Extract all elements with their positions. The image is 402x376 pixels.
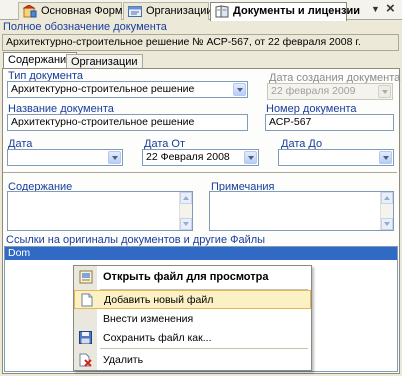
chevron-down-icon[interactable]	[244, 151, 257, 164]
menu-item-label: Добавить новый файл	[104, 293, 214, 306]
list-item[interactable]: Dom	[5, 247, 397, 260]
doc-type-value: Архитектурно-строительное решение	[11, 83, 195, 95]
tab-documents-licenses-label: Документы и лицензии	[233, 5, 360, 17]
doc-type-select[interactable]: Архитектурно-строительное решение	[7, 81, 248, 98]
context-menu: Открыть файл для просмотра Добавить новы…	[73, 265, 312, 371]
chevron-down-icon[interactable]	[108, 151, 121, 164]
full-designation-label: Полное обозначение документа	[3, 21, 167, 33]
tab-organizations[interactable]: Организации	[123, 2, 213, 20]
date-from-picker[interactable]: 22 Февраля 2008	[142, 149, 259, 166]
doc-number-input[interactable]: АСР-567	[265, 114, 394, 131]
menu-item-label: Открыть файл для просмотра	[103, 270, 269, 283]
new-file-icon	[75, 293, 98, 307]
tab-main-form-label: Основная Форма	[41, 5, 129, 17]
menu-item-save-as[interactable]: Сохранить файл как...	[74, 328, 311, 347]
notes-textarea[interactable]	[209, 191, 394, 231]
tab-sub-organizations[interactable]: Организации	[66, 54, 143, 69]
menu-item-delete[interactable]: Удалить	[74, 350, 311, 369]
close-icon: ×	[386, 0, 395, 17]
scroll-up-icon[interactable]	[381, 192, 393, 204]
menu-item-add-new-file[interactable]: Добавить новый файл	[74, 290, 311, 309]
scroll-up-icon[interactable]	[180, 192, 192, 204]
chevron-down-icon	[378, 85, 391, 98]
content-scrollbar[interactable]	[179, 192, 192, 230]
menu-item-open-file[interactable]: Открыть файл для просмотра	[74, 267, 311, 286]
file-name: Dom	[8, 247, 31, 259]
doc-name-input[interactable]: Архитектурно-строительное решение	[7, 114, 248, 131]
delete-icon	[74, 353, 97, 367]
menu-item-label: Удалить	[103, 353, 144, 366]
created-date-picker: 22 февраля 2009	[267, 83, 393, 100]
date-from-value: 22 Февраля 2008	[146, 151, 230, 163]
tab-documents-licenses[interactable]: Документы и лицензии	[210, 2, 360, 21]
documents-icon	[215, 5, 229, 18]
chevron-down-icon[interactable]	[379, 151, 392, 164]
organizations-icon	[128, 5, 142, 18]
menu-item-label: Внести изменения	[103, 312, 194, 325]
close-button[interactable]: ×	[386, 0, 395, 17]
chevron-down-icon: ▼	[371, 4, 380, 14]
created-date-value: 22 февраля 2009	[271, 85, 356, 97]
main-form-icon	[22, 4, 37, 18]
menu-separator	[100, 348, 308, 349]
full-designation-field: Архитектурно-строительное решение № АСР-…	[2, 34, 399, 51]
content-textarea[interactable]	[7, 191, 193, 231]
scroll-down-icon[interactable]	[180, 218, 192, 230]
save-disk-icon	[74, 331, 97, 344]
tab-list-dropdown[interactable]: ▼	[371, 4, 380, 14]
files-label: Ссылки на оригиналы документов и другие …	[6, 234, 266, 246]
scroll-down-icon[interactable]	[381, 218, 393, 230]
tab-organizations-label: Организации	[146, 5, 213, 17]
chevron-down-icon[interactable]	[233, 83, 246, 96]
menu-item-edit[interactable]: Внести изменения	[74, 309, 311, 328]
date-picker[interactable]	[7, 149, 123, 166]
menu-item-label: Сохранить файл как...	[103, 331, 212, 344]
document-view-icon	[74, 270, 97, 284]
notes-scrollbar[interactable]	[380, 192, 393, 230]
date-to-picker[interactable]	[278, 149, 394, 166]
tab-main-form[interactable]: Основная Форма	[18, 2, 129, 20]
